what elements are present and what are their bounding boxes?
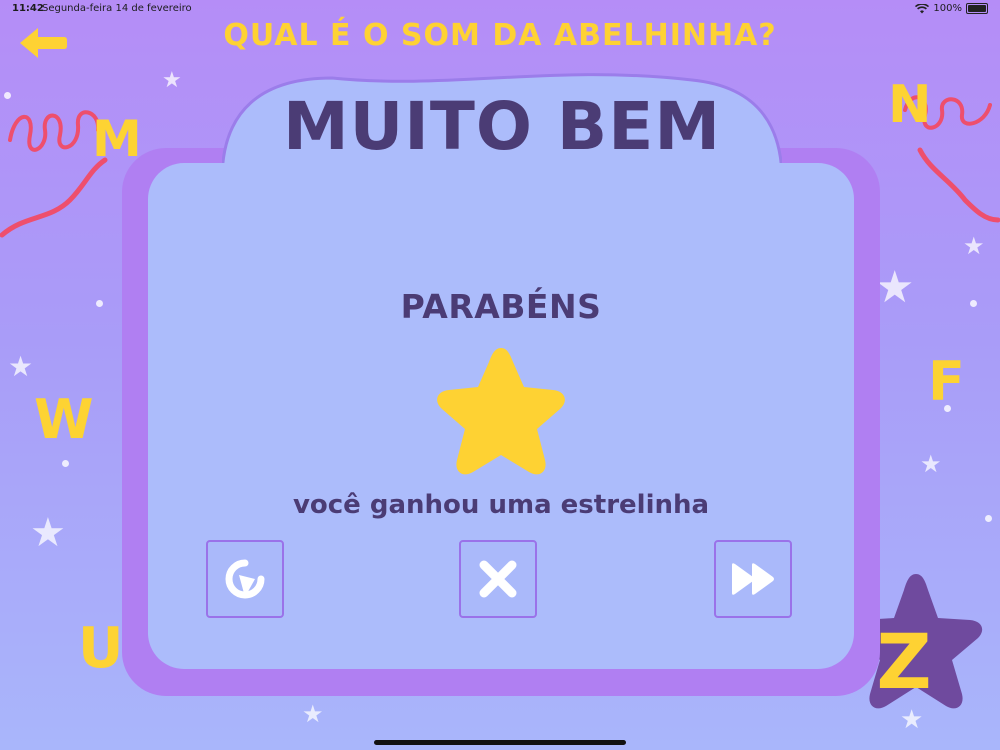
question-title: QUAL É O SOM DA ABELHINHA? (223, 18, 777, 53)
bg-star-icon: ★ (302, 700, 324, 728)
replay-icon (225, 559, 265, 599)
bg-dot (985, 515, 992, 522)
bg-letter-m: M (92, 110, 142, 168)
bg-star-icon: ★ (8, 350, 34, 383)
bg-dot (970, 300, 977, 307)
replay-button[interactable] (206, 540, 284, 618)
bg-star-icon: ★ (920, 450, 942, 478)
bg-dot (944, 405, 951, 412)
banner-title: MUITO BEM (283, 88, 721, 165)
bg-dot (96, 300, 103, 307)
close-icon (479, 560, 517, 598)
fast-forward-icon (732, 563, 774, 595)
bg-star-icon: ★ (963, 232, 985, 260)
bg-star-icon: ★ (162, 68, 182, 93)
battery-icon (966, 3, 988, 14)
home-indicator[interactable] (374, 740, 626, 745)
bg-letter-w: W (34, 388, 94, 451)
bg-star-icon: ★ (875, 262, 915, 313)
status-right: 100% (915, 3, 988, 14)
star-icon (437, 348, 565, 475)
status-date: Segunda-feira 14 de fevereiro (42, 3, 192, 14)
bg-dot (4, 92, 11, 99)
dialog-message: você ganhou uma estrelinha (292, 490, 710, 520)
battery-percent: 100% (933, 3, 962, 14)
dialog-heading: PARABÉNS (400, 287, 602, 326)
bg-star-icon: ★ (30, 510, 66, 556)
bg-dot (62, 460, 69, 467)
bg-letter-z: Z (876, 617, 931, 706)
bg-letter-n: N (888, 75, 932, 135)
next-button[interactable] (714, 540, 792, 618)
bg-letter-u: U (78, 616, 124, 681)
close-button[interactable] (459, 540, 537, 618)
status-bar: 11:42 Segunda-feira 14 de fevereiro 100% (0, 0, 1000, 18)
wifi-icon (915, 3, 930, 13)
status-time: 11:42 (12, 3, 44, 14)
bg-letter-f: F (928, 350, 965, 413)
